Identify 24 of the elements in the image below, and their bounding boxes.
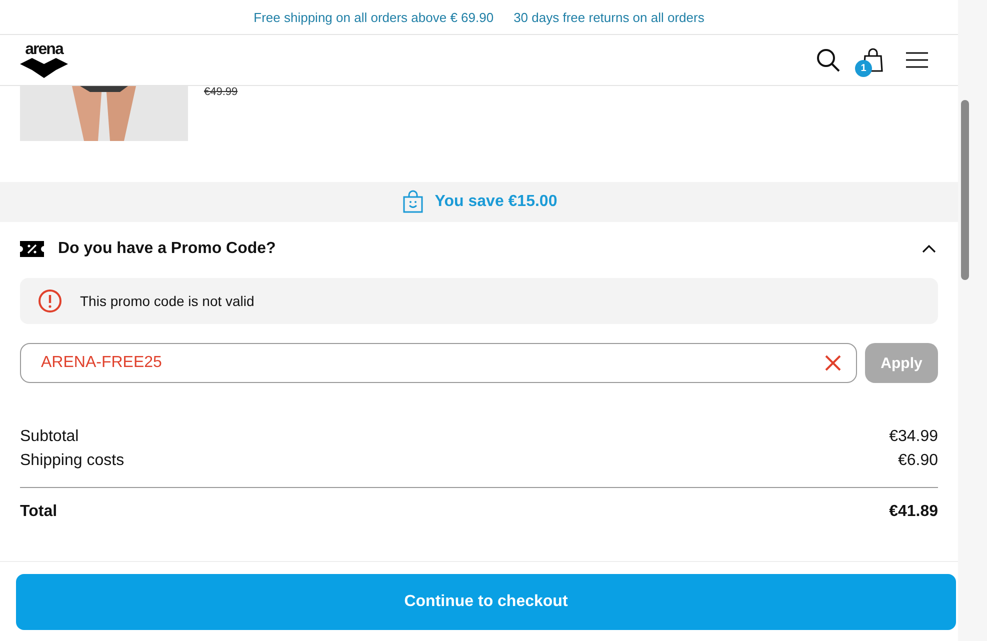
announcement-text: 30 days free returns on all orders: [514, 10, 704, 24]
clear-icon[interactable]: [825, 355, 841, 371]
warning-icon: [38, 289, 62, 313]
ticket-icon: [20, 241, 44, 257]
original-price: €49.99: [204, 86, 238, 98]
summary-value: €6.90: [898, 451, 938, 471]
scrollbar[interactable]: [958, 0, 987, 641]
checkout-button[interactable]: Continue to checkout: [16, 574, 956, 630]
promo-code-title: Do you have a Promo Code?: [58, 240, 277, 258]
search-icon[interactable]: [816, 48, 840, 72]
bag-icon[interactable]: [862, 48, 884, 72]
total-value: €41.89: [889, 502, 938, 522]
summary-value: €34.99: [889, 427, 938, 447]
summary-label: Subtotal: [20, 427, 79, 447]
smiling-bag-icon: [400, 190, 425, 214]
menu-icon[interactable]: [906, 51, 928, 69]
announcement-text: Free shipping on all orders above € 69.90: [254, 10, 494, 24]
cart-count-badge: 1: [855, 60, 872, 77]
summary-label: Shipping costs: [20, 451, 124, 471]
promo-code-field[interactable]: ARENA-FREE25: [20, 343, 857, 383]
promo-code-toggle[interactable]: Do you have a Promo Code?: [0, 222, 958, 276]
total-label: Total: [20, 502, 58, 522]
error-text: This promo code is not valid: [80, 293, 254, 309]
savings-text: You save €15.00: [434, 193, 558, 211]
